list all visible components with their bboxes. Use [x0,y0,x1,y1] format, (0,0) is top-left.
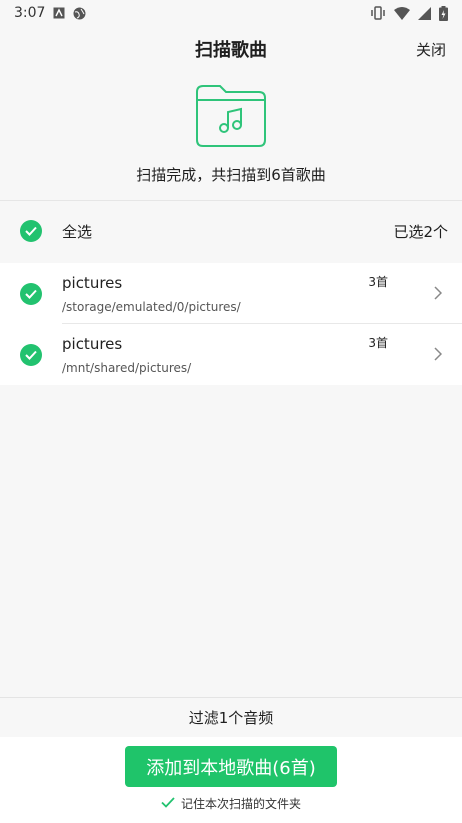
header: 扫描歌曲 关闭 [0,30,462,68]
list-item[interactable]: pictures /mnt/shared/pictures/ 3首 [0,324,462,385]
filter-text[interactable]: 过滤1个音频 [0,697,462,737]
globe-icon [73,7,86,20]
remember-folder-toggle[interactable]: 记住本次扫描的文件夹 [0,795,462,812]
page-title: 扫描歌曲 [195,40,267,61]
select-all-row[interactable]: 全选 已选2个 [0,201,462,261]
selected-count: 已选2个 [393,222,448,241]
wifi-icon [394,6,410,20]
add-to-local-songs-button[interactable]: 添加到本地歌曲(6首) [125,746,337,787]
scan-result-text: 扫描完成，共扫描到6首歌曲 [136,166,326,184]
check-circle-icon[interactable] [20,343,42,366]
check-circle-icon[interactable] [20,220,42,242]
close-button[interactable]: 关闭 [416,39,446,60]
status-right [370,5,448,21]
status-left: 3:07 [14,5,86,21]
a-box-icon [53,7,65,19]
folder-illustration [0,82,462,148]
status-bar: 3:07 [0,0,462,26]
folder-info: pictures /storage/emulated/0/pictures/ [62,274,462,314]
bottom-area: 添加到本地歌曲(6首) 记住本次扫描的文件夹 [0,737,462,823]
song-count: 3首 [368,336,388,350]
chevron-right-icon[interactable] [434,346,443,365]
vibrate-icon [370,6,386,20]
song-count: 3首 [368,275,388,289]
folder-name: pictures [62,334,123,353]
remember-folder-label: 记住本次扫描的文件夹 [180,797,301,811]
list-item[interactable]: pictures /storage/emulated/0/pictures/ 3… [0,263,462,324]
signal-icon [418,6,431,20]
folder-path: /mnt/shared/pictures/ [62,360,192,375]
folder-path: /storage/emulated/0/pictures/ [62,299,241,314]
check-circle-icon[interactable] [20,282,42,305]
chevron-right-icon[interactable] [434,285,443,304]
status-time: 3:07 [14,5,46,21]
checkmark-icon[interactable] [161,796,175,811]
folder-list: pictures /storage/emulated/0/pictures/ 3… [0,263,462,385]
music-folder-icon [196,85,266,147]
select-all-label: 全选 [62,222,93,241]
folder-name: pictures [62,273,123,292]
battery-charging-icon [439,5,448,21]
folder-info: pictures /mnt/shared/pictures/ [62,335,462,375]
